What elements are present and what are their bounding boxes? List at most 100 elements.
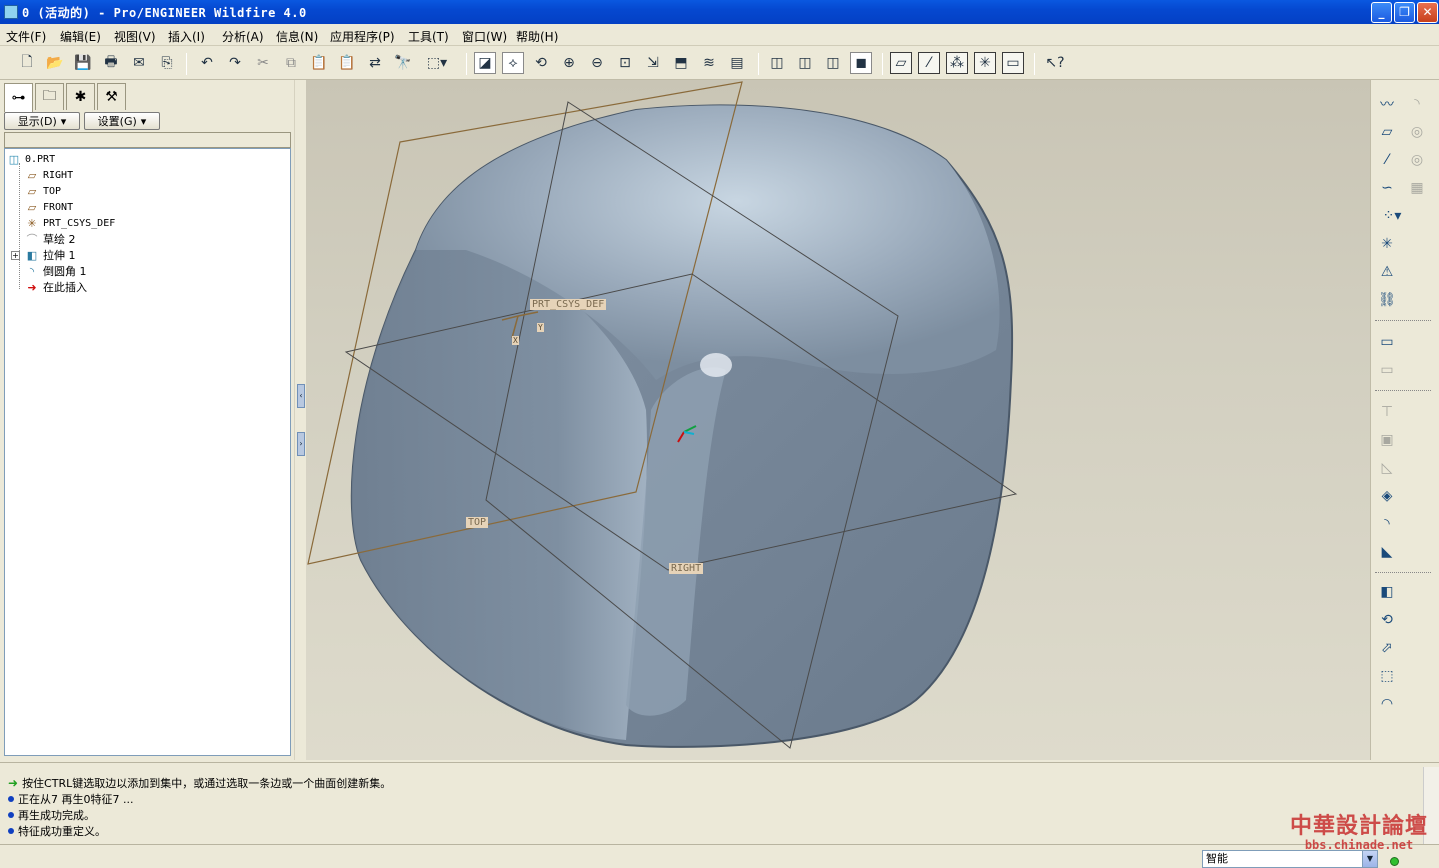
collapse-left-icon[interactable]: ‹ xyxy=(297,384,305,408)
open-folder-icon[interactable]: 📂 xyxy=(44,52,66,74)
selection-filter-icon[interactable]: ⬚▾ xyxy=(420,52,454,74)
csys-display-icon[interactable]: ✳ xyxy=(974,52,996,74)
menu-info[interactable]: 信息(N) xyxy=(276,28,318,45)
regenerate-icon[interactable]: ⇄ xyxy=(364,52,386,74)
save-icon[interactable]: 💾 xyxy=(72,52,94,74)
annotation-feature-icon[interactable]: ▭ xyxy=(1375,330,1399,354)
tree-item-label: 拉伸 1 xyxy=(43,249,76,262)
style-icon[interactable]: ◠ xyxy=(1375,692,1399,716)
datum-axis-tool-icon[interactable]: ⁄ xyxy=(1375,148,1399,172)
refit-icon[interactable]: ⊡ xyxy=(614,52,636,74)
tree-item-right[interactable]: ▱ RIGHT xyxy=(25,167,73,183)
csys-axis-y-tag: Y xyxy=(537,323,544,332)
tree-item-front[interactable]: ▱ FRONT xyxy=(25,199,73,215)
tab-connections[interactable]: ⚒ xyxy=(97,83,126,110)
datum-points-display-icon[interactable]: ⁂ xyxy=(946,52,968,74)
csys-tool-icon[interactable]: ✳ xyxy=(1375,232,1399,256)
prompt-arrow-icon: ➜ xyxy=(8,776,19,790)
menu-window[interactable]: 窗口(W) xyxy=(462,28,507,45)
analysis-feature-icon[interactable]: ⚠ xyxy=(1375,260,1399,284)
model-tree-icon: ⊶ xyxy=(11,90,26,106)
saved-views-icon[interactable]: ⬒ xyxy=(670,52,692,74)
wireframe-icon[interactable]: ◫ xyxy=(766,52,788,74)
show-button[interactable]: 显示(D) ▾ xyxy=(4,112,80,130)
menu-applications[interactable]: 应用程序(P) xyxy=(330,28,395,45)
minimize-button[interactable]: _ xyxy=(1371,2,1392,23)
view-manager-icon[interactable]: ▤ xyxy=(726,52,748,74)
zoom-in-icon[interactable]: ⊕ xyxy=(558,52,580,74)
tree-item-insert-here[interactable]: ➜ 在此插入 xyxy=(25,279,87,295)
right-plane-tag[interactable]: RIGHT xyxy=(669,563,704,574)
variable-sweep-icon[interactable]: ⬀ xyxy=(1375,636,1399,660)
round-tool-icon[interactable]: ◝ xyxy=(1375,512,1399,536)
tree-item-sketch[interactable]: ⌒ 草绘 2 xyxy=(25,231,76,247)
tree-item-top[interactable]: ▱ TOP xyxy=(25,183,61,199)
chain-icon[interactable]: ⛓ xyxy=(1375,288,1399,312)
tab-model-tree[interactable]: ⊶ xyxy=(4,83,33,112)
tree-item-round[interactable]: ◝ 倒圆角 1 xyxy=(25,263,87,279)
tree-root[interactable]: ◫ 0.PRT xyxy=(7,151,55,167)
context-help-icon[interactable]: ↖? xyxy=(1044,52,1066,74)
datum-plane-tool-icon[interactable]: ▱ xyxy=(1375,120,1399,144)
message-text: 再生成功完成。 xyxy=(18,809,95,822)
toolbar-separator xyxy=(758,53,759,75)
cut-icon[interactable]: ✂ xyxy=(252,52,274,74)
tab-favorites[interactable]: ✱ xyxy=(66,83,95,110)
reorient-icon[interactable]: ⇲ xyxy=(642,52,664,74)
tree-column-header xyxy=(4,132,291,148)
orient-mode-icon[interactable]: ⟲ xyxy=(530,52,552,74)
paste-icon[interactable]: 📋 xyxy=(308,52,330,74)
hidden-line-icon[interactable]: ◫ xyxy=(794,52,816,74)
menu-help[interactable]: 帮助(H) xyxy=(516,28,558,45)
draft-icon[interactable]: ◈ xyxy=(1375,484,1399,508)
settings-button[interactable]: 设置(G) ▾ xyxy=(84,112,160,130)
paste-special-icon[interactable]: 📋 xyxy=(336,52,358,74)
toolbar-separator xyxy=(1034,53,1035,75)
spin-center-icon[interactable]: ⟡ xyxy=(502,52,524,74)
find-icon[interactable]: 🔭 xyxy=(392,52,414,74)
shell-icon: ▣ xyxy=(1380,432,1394,448)
email-icon[interactable]: ✉ xyxy=(128,52,150,74)
annotation-display-icon[interactable]: ▭ xyxy=(1002,52,1024,74)
menu-file[interactable]: 文件(F) xyxy=(6,28,46,45)
panel-splitter[interactable]: ‹ › xyxy=(294,80,306,760)
merge-dim-icon: ◎ xyxy=(1410,152,1424,168)
revolve-icon[interactable]: ⟲ xyxy=(1375,608,1399,632)
redo-icon[interactable]: ↷ xyxy=(224,52,246,74)
csys-tag[interactable]: PRT_CSYS_DEF xyxy=(530,299,607,310)
tree-item-extrude[interactable]: ◧ 拉伸 1 xyxy=(25,247,76,263)
close-button[interactable]: ✕ xyxy=(1417,2,1438,23)
shading-icon[interactable]: ◼ xyxy=(850,52,872,74)
extrude-tool-icon[interactable]: ◧ xyxy=(1375,580,1399,604)
expand-right-icon[interactable]: › xyxy=(297,432,305,456)
menu-view[interactable]: 视图(V) xyxy=(114,28,156,45)
menu-tools[interactable]: 工具(T) xyxy=(408,28,449,45)
datum-planes-display-icon[interactable]: ▱ xyxy=(890,52,912,74)
expand-toggle[interactable]: + xyxy=(11,251,20,260)
copy-icon[interactable]: ⧉ xyxy=(280,52,302,74)
email-link-icon[interactable]: ⎘ xyxy=(156,52,178,74)
datum-curve-sketch-icon[interactable]: 〰 xyxy=(1375,92,1399,116)
datum-curve-icon[interactable]: ∽ xyxy=(1375,176,1399,200)
menu-analysis[interactable]: 分析(A) xyxy=(222,28,264,45)
tab-folder-browser[interactable]: 🗀 xyxy=(35,83,64,110)
menu-insert[interactable]: 插入(I) xyxy=(168,28,205,45)
new-file-icon[interactable]: 🗋 xyxy=(16,52,38,74)
top-plane-tag[interactable]: TOP xyxy=(466,517,489,528)
tree-item-csys[interactable]: ✳ PRT_CSYS_DEF xyxy=(25,215,115,231)
repaint-icon[interactable]: ◪ xyxy=(474,52,496,74)
print-icon[interactable]: 🖶 xyxy=(100,52,122,74)
chamfer-icon[interactable]: ◣ xyxy=(1375,540,1399,564)
toolbar-separator xyxy=(882,53,883,75)
maximize-button[interactable]: ❐ xyxy=(1394,2,1415,23)
zoom-out-icon[interactable]: ⊖ xyxy=(586,52,608,74)
datum-point-icon[interactable]: ⁘▾ xyxy=(1375,204,1409,228)
undo-icon[interactable]: ↶ xyxy=(196,52,218,74)
layers-icon[interactable]: ≋ xyxy=(698,52,720,74)
datum-axes-display-icon[interactable]: ⁄ xyxy=(918,52,940,74)
no-hidden-icon[interactable]: ◫ xyxy=(822,52,844,74)
graphics-window[interactable]: PRT_CSYS_DEF Y X TOP RIGHT xyxy=(306,80,1370,760)
boundary-blend-icon[interactable]: ⬚ xyxy=(1375,664,1399,688)
menu-edit[interactable]: 编辑(E) xyxy=(60,28,101,45)
settings-button-label: 设置(G) xyxy=(97,115,137,128)
